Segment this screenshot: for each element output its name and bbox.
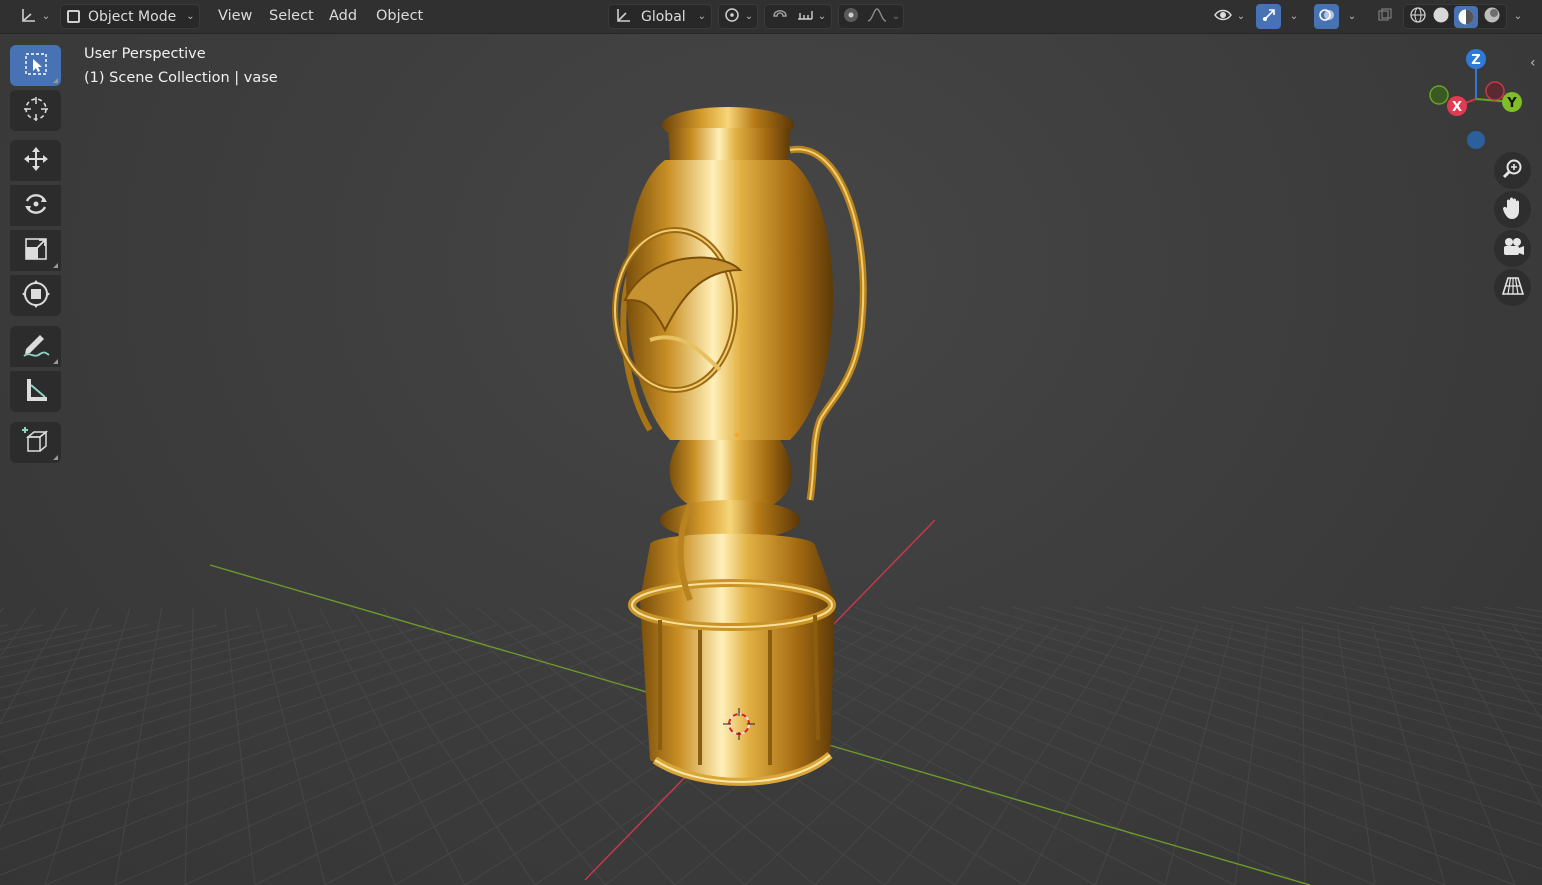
chevron-down-icon: ⌄ [1513, 11, 1523, 22]
snap-magnet-icon[interactable] [770, 6, 790, 28]
tool-add-cube[interactable] [10, 422, 61, 463]
chevron-down-icon: ⌄ [817, 11, 827, 22]
more-tools-indicator [53, 455, 58, 460]
pivot-point-dropdown[interactable]: ⌄ [718, 4, 758, 29]
hand-icon [1502, 196, 1524, 224]
zoom-button[interactable] [1494, 152, 1531, 189]
y-axis-label: Y [1506, 96, 1517, 111]
3d-viewport[interactable] [0, 0, 1542, 885]
scale-icon [22, 235, 50, 267]
rotate-icon [21, 189, 51, 223]
blender-window: ⌄ Object Mode ⌄ View Select Add Object G… [0, 0, 1542, 885]
global-axis-icon [615, 7, 633, 27]
orientation-label: Global [641, 8, 686, 25]
pan-button[interactable] [1494, 191, 1531, 228]
menu-object[interactable]: Object [374, 4, 425, 29]
object-origin [735, 433, 739, 437]
navigation-gizmo[interactable]: Z Y X [1420, 44, 1532, 154]
more-tools-indicator [53, 359, 58, 364]
more-tools-indicator [53, 78, 58, 83]
chevron-down-icon: ⌄ [186, 11, 195, 22]
camera-view-button[interactable] [1494, 230, 1531, 267]
tool-select-box[interactable] [10, 45, 61, 86]
tool-cursor[interactable] [10, 90, 61, 131]
mode-label: Object Mode [88, 8, 177, 25]
shading-modes [1403, 4, 1507, 29]
collection-info: (1) Scene Collection | vase [84, 70, 278, 86]
chevron-down-icon: ⌄ [744, 11, 754, 22]
menu-add[interactable]: Add [327, 4, 359, 29]
wireframe-shading-icon[interactable] [1409, 6, 1427, 28]
shading-dropdown[interactable]: ⌄ [1508, 4, 1528, 29]
orientation-dropdown[interactable]: Global ⌄ [608, 4, 712, 29]
snap-controls[interactable]: ⌄ [764, 4, 832, 29]
perspective-grid-icon [1501, 275, 1524, 301]
tool-move[interactable] [10, 140, 61, 181]
negative-x-axis-icon [1485, 81, 1505, 101]
floor-grid [0, 107, 1542, 885]
negative-y-axis-icon [1429, 85, 1449, 105]
object-mode-icon [67, 10, 80, 23]
tool-measure[interactable] [10, 371, 61, 412]
perspective-toggle-button[interactable] [1494, 269, 1531, 306]
move-icon [21, 144, 51, 178]
menu-select[interactable]: Select [267, 4, 316, 29]
more-tools-indicator [53, 263, 58, 268]
overlays-icon [1318, 7, 1336, 27]
chevron-down-icon: ⌄ [41, 11, 51, 22]
overlays-dropdown[interactable]: ⌄ [1341, 4, 1363, 29]
tool-scale[interactable] [10, 230, 61, 271]
annotate-icon [20, 331, 52, 363]
material-preview-shading-icon[interactable] [1454, 5, 1479, 28]
chevron-down-icon: ⌄ [891, 11, 901, 22]
editor-type-button[interactable]: ⌄ [14, 4, 54, 29]
solid-shading-icon[interactable] [1432, 6, 1450, 28]
gizmo-toggle[interactable] [1256, 4, 1281, 29]
gizmo-dropdown[interactable]: ⌄ [1283, 4, 1305, 29]
tool-rotate[interactable] [10, 185, 61, 226]
menu-view[interactable]: View [216, 4, 254, 29]
rendered-shading-icon[interactable] [1483, 6, 1501, 28]
chevron-down-icon: ⌄ [1289, 11, 1299, 22]
tool-annotate[interactable] [10, 326, 61, 367]
chevron-down-icon: ⌄ [1347, 11, 1357, 22]
proportional-editing[interactable]: ⌄ [838, 4, 904, 29]
falloff-curve-icon[interactable] [866, 7, 888, 27]
snap-increment-icon[interactable] [796, 7, 814, 27]
select-box-icon [23, 51, 49, 81]
x-axis-label: X [1452, 100, 1462, 115]
axis-icon [18, 6, 38, 28]
measure-icon [22, 376, 50, 408]
pivot-icon [723, 7, 741, 27]
negative-z-axis-icon [1467, 131, 1485, 149]
cursor-icon [22, 95, 50, 127]
proportional-edit-icon[interactable] [842, 6, 860, 28]
xray-toggle[interactable] [1372, 4, 1398, 29]
view-name: User Perspective [84, 46, 206, 62]
overlays-toggle[interactable] [1314, 4, 1339, 29]
visibility-dropdown[interactable]: ⌄ [1208, 4, 1250, 29]
zoom-icon [1502, 158, 1524, 184]
gizmo-icon [1261, 7, 1277, 27]
camera-icon [1501, 236, 1525, 262]
xray-icon [1377, 7, 1393, 27]
mode-dropdown[interactable]: Object Mode ⌄ [60, 4, 200, 29]
add-cube-icon [20, 425, 52, 461]
chevron-down-icon: ⌄ [697, 11, 707, 22]
viewport-header: ⌄ Object Mode ⌄ View Select Add Object G… [0, 0, 1542, 34]
transform-icon [21, 279, 51, 313]
z-axis-label: Z [1471, 53, 1480, 68]
vase-model [612, 107, 867, 786]
chevron-down-icon: ⌄ [1236, 11, 1246, 22]
eye-icon [1213, 7, 1233, 27]
tool-transform[interactable] [10, 275, 61, 316]
